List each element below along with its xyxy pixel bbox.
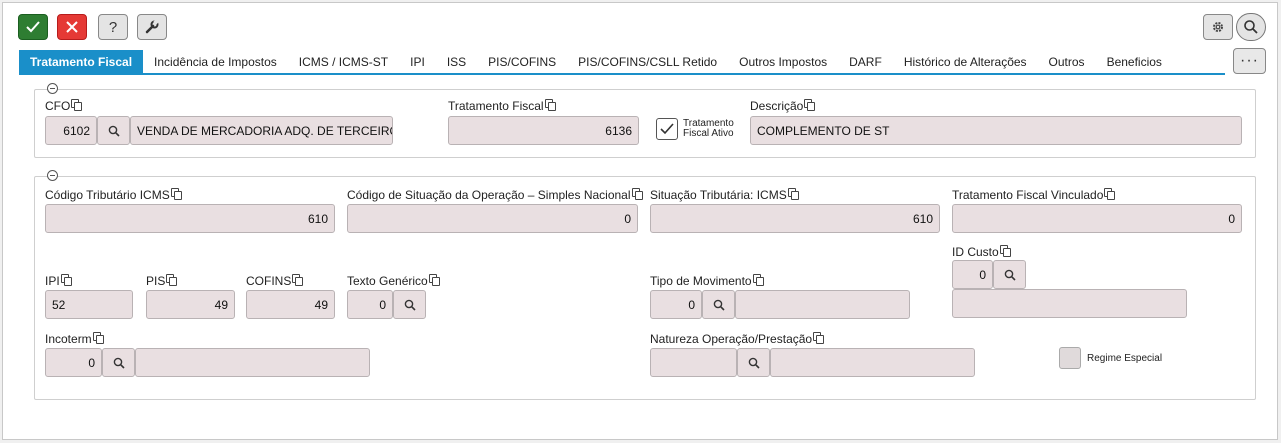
natureza-lookup-button[interactable]	[737, 348, 770, 377]
id-custo-description-field[interactable]	[952, 289, 1187, 318]
natureza-field[interactable]	[650, 348, 737, 377]
cofins-label: COFINS	[246, 274, 304, 288]
search-icon	[108, 125, 120, 137]
id-custo-field[interactable]: 0	[952, 260, 993, 289]
regime-especial-label: Regime Especial	[1087, 353, 1163, 364]
incoterm-field[interactable]: 0	[45, 348, 102, 377]
check-icon	[26, 21, 40, 33]
descricao-label: Descrição	[750, 99, 816, 113]
copy-icon[interactable]	[92, 332, 104, 344]
wrench-icon	[145, 20, 159, 34]
cfo-description-field[interactable]: VENDA DE MERCADORIA ADQ. DE TERCEIROS	[130, 116, 393, 145]
copy-icon[interactable]	[631, 188, 643, 200]
texto-generico-label: Texto Genérico	[347, 274, 440, 288]
situacao-operacao-field[interactable]: 0	[347, 204, 638, 233]
descricao-field[interactable]: COMPLEMENTO DE ST	[750, 116, 1242, 145]
situacao-tributaria-field[interactable]: 610	[650, 204, 940, 233]
check-icon	[660, 123, 674, 135]
tab-pis-cofins[interactable]: PIS/COFINS	[477, 50, 567, 74]
collapse-section-2-icon[interactable]	[47, 170, 58, 181]
tratamento-vinculado-field[interactable]: 0	[952, 204, 1242, 233]
situacao-operacao-label: Código de Situação da Operação – Simples…	[347, 188, 643, 202]
tratamento-fiscal-label: Tratamento Fiscal	[448, 99, 556, 113]
tratamento-fiscal-field[interactable]: 6136	[448, 116, 639, 145]
search-icon	[1004, 269, 1016, 281]
search-icon	[748, 357, 760, 369]
incoterm-lookup-button[interactable]	[102, 348, 135, 377]
tab-historico-alteracoes[interactable]: Histórico de Alterações	[893, 50, 1038, 74]
tab-bar: Tratamento Fiscal Incidência de Impostos…	[19, 50, 1173, 74]
copy-icon[interactable]	[787, 188, 799, 200]
copy-icon[interactable]	[292, 274, 304, 286]
tipo-movimento-field[interactable]: 0	[650, 290, 702, 319]
collapse-section-1-icon[interactable]	[47, 83, 58, 94]
ipi-label: IPI	[45, 274, 72, 288]
search-icon	[113, 357, 125, 369]
codigo-tributario-label: Código Tributário ICMS	[45, 188, 182, 202]
search-icon	[1244, 20, 1258, 34]
ipi-field[interactable]: 52	[45, 290, 133, 319]
tab-icms[interactable]: ICMS / ICMS-ST	[288, 50, 399, 74]
natureza-label: Natureza Operação/Prestação	[650, 332, 825, 346]
main-window: ? Tratamento Fiscal Incidência de Impost…	[2, 2, 1278, 440]
tab-ipi[interactable]: IPI	[399, 50, 436, 74]
situacao-tributaria-label: Situação Tributária: ICMS	[650, 188, 799, 202]
tipo-movimento-description-field[interactable]	[735, 290, 910, 319]
pis-field[interactable]: 49	[146, 290, 235, 319]
cancel-button[interactable]	[57, 14, 87, 40]
copy-icon[interactable]	[544, 99, 556, 111]
tipo-movimento-label: Tipo de Movimento	[650, 274, 764, 288]
tab-iss[interactable]: ISS	[436, 50, 477, 74]
tab-darf[interactable]: DARF	[838, 50, 893, 74]
search-button[interactable]	[1236, 13, 1266, 41]
tratamento-ativo-checkbox[interactable]	[656, 118, 678, 140]
copy-icon[interactable]	[804, 99, 816, 111]
cfo-lookup-button[interactable]	[97, 116, 130, 145]
gear-icon	[1213, 22, 1223, 32]
close-icon	[66, 21, 78, 33]
copy-icon[interactable]	[1104, 188, 1116, 200]
tab-pis-cofins-csll-retido[interactable]: PIS/COFINS/CSLL Retido	[567, 50, 728, 74]
help-label: ?	[108, 18, 118, 36]
tab-incidencia-impostos[interactable]: Incidência de Impostos	[143, 50, 288, 74]
tab-outros-impostos[interactable]: Outros Impostos	[728, 50, 838, 74]
tools-button[interactable]	[137, 14, 167, 40]
copy-icon[interactable]	[428, 274, 440, 286]
tab-outros[interactable]: Outros	[1038, 50, 1096, 74]
tratamento-ativo-label: Tratamento Fiscal Ativo	[683, 118, 734, 139]
copy-icon[interactable]	[999, 245, 1011, 257]
tab-beneficios[interactable]: Beneficios	[1096, 50, 1173, 74]
search-icon	[404, 299, 416, 311]
copy-icon[interactable]	[60, 274, 72, 286]
natureza-description-field[interactable]	[770, 348, 975, 377]
texto-generico-field[interactable]: 0	[347, 290, 393, 319]
more-button[interactable]: ···	[1233, 48, 1266, 74]
copy-icon[interactable]	[166, 274, 178, 286]
pis-label: PIS	[146, 274, 178, 288]
tipo-movimento-lookup-button[interactable]	[702, 290, 735, 319]
incoterm-label: Incoterm	[45, 332, 104, 346]
cfo-code-field[interactable]: 6102	[45, 116, 97, 145]
incoterm-description-field[interactable]	[135, 348, 370, 377]
tab-underline	[19, 73, 1225, 75]
copy-icon[interactable]	[752, 274, 764, 286]
help-button[interactable]: ?	[98, 14, 128, 40]
regime-especial-checkbox[interactable]	[1059, 347, 1081, 369]
tab-tratamento-fiscal[interactable]: Tratamento Fiscal	[19, 50, 144, 74]
tratamento-vinculado-label: Tratamento Fiscal Vinculado	[952, 188, 1116, 202]
id-custo-label: ID Custo	[952, 245, 1011, 259]
confirm-button[interactable]	[18, 14, 48, 40]
copy-icon[interactable]	[71, 99, 83, 111]
copy-icon[interactable]	[170, 188, 182, 200]
settings-button[interactable]	[1203, 14, 1233, 40]
codigo-tributario-field[interactable]: 610	[45, 204, 335, 233]
id-custo-lookup-button[interactable]	[993, 260, 1026, 289]
texto-generico-lookup-button[interactable]	[393, 290, 426, 319]
search-icon	[713, 299, 725, 311]
cofins-field[interactable]: 49	[246, 290, 335, 319]
cfo-label: CFO	[45, 99, 83, 113]
copy-icon[interactable]	[813, 332, 825, 344]
